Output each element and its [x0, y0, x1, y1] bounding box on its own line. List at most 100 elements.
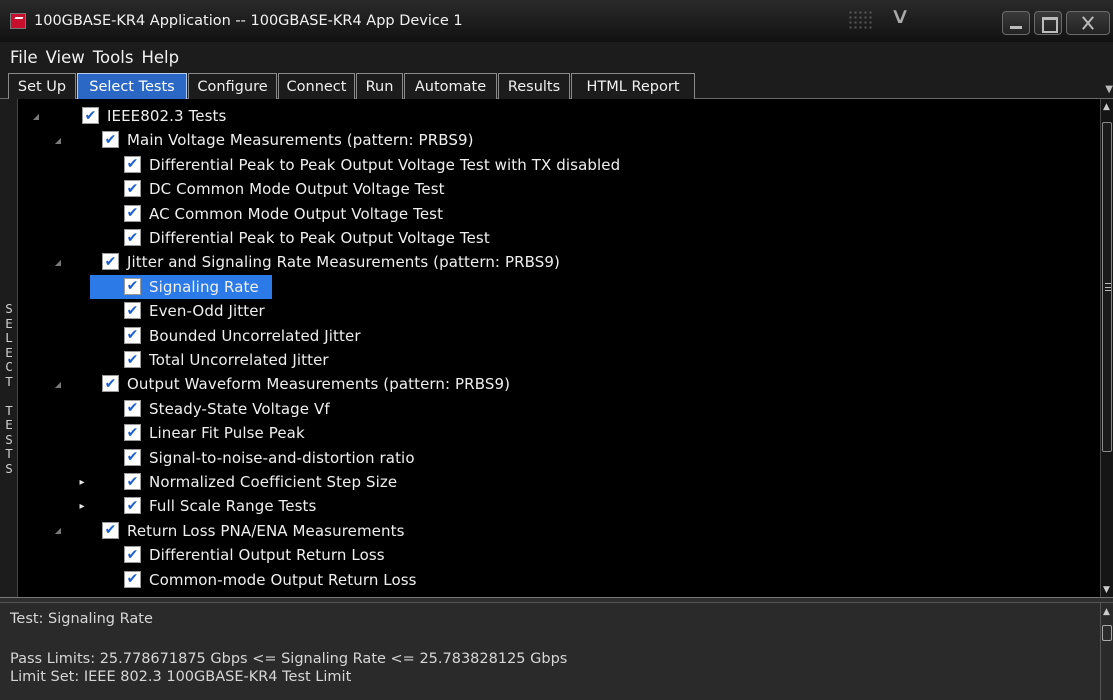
tree-row-label: Common-mode Output Return Loss	[149, 570, 417, 589]
tree-row-label: Normalized Coefficient Step Size	[149, 473, 398, 491]
scroll-up-icon[interactable]: ▲	[1103, 102, 1110, 112]
tree-row-label: Output Waveform Measurements (pattern: P…	[127, 375, 511, 394]
minimize-button[interactable]	[1002, 11, 1030, 35]
test-checkbox[interactable]: ✔	[124, 180, 141, 198]
expanded-triangle-icon[interactable]: ◢	[52, 128, 64, 152]
expanded-triangle-icon[interactable]: ◢	[30, 104, 42, 128]
menu-tools[interactable]: Tools	[93, 48, 134, 67]
tree-row-label: IEEE802.3 Tests	[107, 107, 227, 125]
test-checkbox[interactable]: ✔	[124, 546, 141, 564]
checkmark-icon: ✔	[126, 156, 139, 173]
tree-row[interactable]: ✔ Steady-State Voltage Vf	[18, 397, 1100, 421]
test-checkbox[interactable]: ✔	[124, 448, 141, 466]
checkmark-icon: ✔	[104, 253, 117, 270]
tree-row[interactable]: ◢ ✔ Main Voltage Measurements (pattern: PR…	[18, 128, 1100, 152]
menu-help[interactable]: Help	[141, 48, 179, 67]
tree-row[interactable]: ▸ ✔ Full Scale Range Tests	[18, 494, 1100, 518]
tree-row[interactable]: ✔ Differential Output Return Loss	[18, 543, 1100, 567]
tree-row-label: Signaling Rate	[149, 277, 259, 296]
expanded-triangle-icon[interactable]: ◢	[52, 372, 64, 396]
test-checkbox[interactable]: ✔	[102, 521, 119, 539]
checkmark-icon: ✔	[104, 131, 117, 148]
tab-html-report[interactable]: HTML Report	[571, 73, 695, 99]
checkmark-icon: ✔	[126, 205, 139, 222]
test-checkbox[interactable]: ✔	[82, 107, 99, 124]
menu-view[interactable]: View	[46, 48, 85, 67]
test-checkbox[interactable]: ✔	[124, 302, 141, 320]
tree-row[interactable]: ✔ Linear Fit Pulse Peak	[18, 421, 1100, 445]
tree-row[interactable]: ◢ ✔ Jitter and Signaling Rate Measurements…	[18, 250, 1100, 274]
test-checkbox[interactable]: ✔	[102, 131, 119, 149]
tab-connect[interactable]: Connect	[278, 73, 355, 99]
tree-row-label: AC Common Mode Output Voltage Test	[149, 204, 444, 223]
tab-configure[interactable]: Configure	[188, 73, 277, 99]
checkmark-icon: ✔	[126, 497, 139, 514]
side-label-text: S E L E C T T E S T S	[5, 301, 13, 476]
checkmark-icon: ✔	[126, 278, 139, 295]
tab-automate[interactable]: Automate	[404, 73, 497, 99]
chevron-down-icon[interactable]: ∨	[890, 4, 911, 29]
checkmark-icon: ✔	[126, 327, 139, 344]
scroll-down-icon[interactable]: ▼	[1103, 585, 1110, 595]
tree-row[interactable]: ✔ Common-mode Output Return Loss	[18, 568, 1100, 592]
tab-select-tests[interactable]: Select Tests	[77, 73, 187, 99]
tree-row[interactable]: ◢ ✔ Return Loss PNA/ENA Measurements	[18, 519, 1100, 543]
maximize-button[interactable]	[1034, 11, 1062, 35]
checkmark-icon: ✔	[126, 229, 139, 246]
test-checkbox[interactable]: ✔	[124, 204, 141, 222]
tree-row[interactable]: ▸ ✔ Normalized Coefficient Step Size	[18, 470, 1100, 494]
scroll-up-icon[interactable]: ▲	[1103, 607, 1110, 617]
tree-row-label: Return Loss PNA/ENA Measurements	[127, 521, 405, 540]
test-checkbox[interactable]: ✔	[102, 253, 119, 271]
close-button[interactable]	[1066, 11, 1110, 35]
expanded-triangle-icon[interactable]: ◢	[52, 519, 64, 543]
checkmark-icon: ✔	[126, 351, 139, 368]
tree-row[interactable]: ✔ Signaling Rate	[18, 274, 1100, 299]
checkmark-icon: ✔	[104, 375, 117, 392]
info-limit-set: Limit Set: IEEE 802.3 100GBASE-KR4 Test …	[10, 669, 352, 685]
test-checkbox[interactable]: ✔	[124, 497, 141, 515]
collapsed-triangle-icon[interactable]: ▸	[76, 494, 88, 518]
tree-row-label: Signal-to-noise-and-distortion ratio	[149, 448, 415, 467]
test-checkbox[interactable]: ✔	[124, 326, 141, 344]
test-checkbox[interactable]: ✔	[124, 424, 141, 442]
tree-row[interactable]: ✔ Even-Odd Jitter	[18, 299, 1100, 323]
window-title: 100GBASE-KR4 Application -- 100GBASE-KR4…	[34, 13, 463, 29]
test-checkbox[interactable]: ✔	[124, 351, 141, 368]
tree-row[interactable]: ✔ Differential Peak to Peak Output Voltag…	[18, 226, 1100, 250]
tab-run[interactable]: Run	[356, 73, 403, 99]
test-checkbox[interactable]: ✔	[124, 473, 141, 490]
test-checkbox[interactable]: ✔	[124, 277, 141, 295]
menu-bar: File View Tools Help	[0, 42, 1113, 72]
tree-row[interactable]: ✔ AC Common Mode Output Voltage Test	[18, 202, 1100, 226]
tree-row[interactable]: ✔ Bounded Uncorrelated Jitter	[18, 324, 1100, 348]
tree-row[interactable]: ✔ DC Common Mode Output Voltage Test	[18, 177, 1100, 201]
test-checkbox[interactable]: ✔	[124, 570, 141, 588]
scrollbar-thumb[interactable]	[1102, 625, 1112, 641]
test-checkbox[interactable]: ✔	[124, 229, 141, 246]
tree-row[interactable]: ✔ Differential Peak to Peak Output Voltag…	[18, 153, 1100, 177]
grid-layout-icon[interactable]	[848, 10, 872, 30]
tree-row[interactable]: ◢ ✔ IEEE802.3 Tests	[18, 104, 1100, 128]
test-checkbox[interactable]: ✔	[124, 399, 141, 417]
tree-row-label: Bounded Uncorrelated Jitter	[149, 326, 361, 345]
expanded-triangle-icon[interactable]: ◢	[52, 250, 64, 274]
menu-file[interactable]: File	[10, 48, 38, 67]
tab-set-up[interactable]: Set Up	[8, 73, 76, 99]
scrollbar-thumb[interactable]	[1102, 122, 1112, 452]
tree-row[interactable]: ◢ ✔ Output Waveform Measurements (pattern:…	[18, 372, 1100, 396]
test-checkbox[interactable]: ✔	[124, 155, 141, 173]
tree-row[interactable]: ✔ Total Uncorrelated Jitter	[18, 348, 1100, 372]
tab-overflow-icon[interactable]: ▼	[1105, 84, 1113, 95]
info-scrollbar[interactable]: ▲	[1100, 603, 1113, 700]
tree-scrollbar[interactable]: ▲ ▼	[1100, 99, 1113, 597]
tree-row[interactable]: ✔ Signal-to-noise-and-distortion ratio	[18, 446, 1100, 470]
tab-results[interactable]: Results	[498, 73, 570, 99]
checkmark-icon: ✔	[126, 400, 139, 417]
checkmark-icon: ✔	[126, 571, 139, 588]
info-test-name: Test: Signaling Rate	[10, 611, 153, 627]
checkmark-icon: ✔	[126, 424, 139, 441]
test-checkbox[interactable]: ✔	[102, 375, 119, 393]
tree-row-label: Differential Peak to Peak Output Voltage…	[149, 229, 490, 247]
collapsed-triangle-icon[interactable]: ▸	[76, 470, 88, 494]
